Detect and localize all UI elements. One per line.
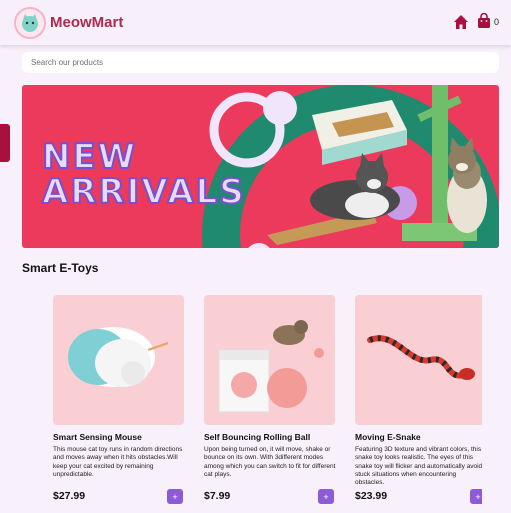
- product-price: $27.99: [53, 490, 86, 502]
- plus-icon: +: [323, 491, 329, 502]
- home-icon[interactable]: [453, 14, 469, 30]
- shopping-bag-icon[interactable]: [477, 13, 491, 29]
- plus-icon: +: [475, 491, 481, 502]
- cat-logo-icon[interactable]: [14, 7, 46, 39]
- product-image[interactable]: [204, 295, 335, 425]
- banner-artwork: NEW ARRIVALS: [41, 85, 499, 248]
- product-title[interactable]: Self Bouncing Rolling Ball: [204, 432, 310, 442]
- add-to-cart-button[interactable]: +: [470, 489, 482, 504]
- banner-headline-line2: ARRIVALS: [42, 172, 246, 212]
- search-input[interactable]: [22, 52, 499, 73]
- product-description: Upon being turned on, it will move, shak…: [204, 446, 336, 478]
- banner-headline-line1: NEW: [42, 137, 137, 177]
- add-to-cart-button[interactable]: +: [167, 489, 183, 504]
- product-image[interactable]: [53, 295, 184, 425]
- add-to-cart-button[interactable]: +: [318, 489, 334, 504]
- mouse-toy-image: [68, 327, 169, 387]
- product-image[interactable]: [355, 295, 482, 425]
- product-description: This mouse cat toy runs in random direct…: [53, 446, 183, 478]
- new-arrivals-banner[interactable]: NEW ARRIVALS: [22, 85, 499, 248]
- product-price: $7.99: [204, 490, 231, 502]
- plus-icon: +: [172, 491, 178, 502]
- product-title[interactable]: Moving E-Snake: [355, 432, 421, 442]
- product-description: Featuring 3D texture and vibrant colors,…: [355, 446, 482, 487]
- rolling-ball-image: [218, 320, 324, 413]
- brand-name[interactable]: MeowMart: [50, 14, 123, 31]
- cart-count-badge: 0: [494, 17, 500, 27]
- top-header: MeowMart 0: [0, 0, 511, 45]
- snake-toy-image: [367, 335, 475, 380]
- side-drawer-tab[interactable]: [0, 124, 10, 162]
- section-title: Smart E-Toys: [22, 261, 99, 275]
- product-card[interactable]: Moving E-Snake Featuring 3D texture and …: [355, 295, 482, 510]
- product-title[interactable]: Smart Sensing Mouse: [53, 432, 142, 442]
- product-price: $23.99: [355, 490, 388, 502]
